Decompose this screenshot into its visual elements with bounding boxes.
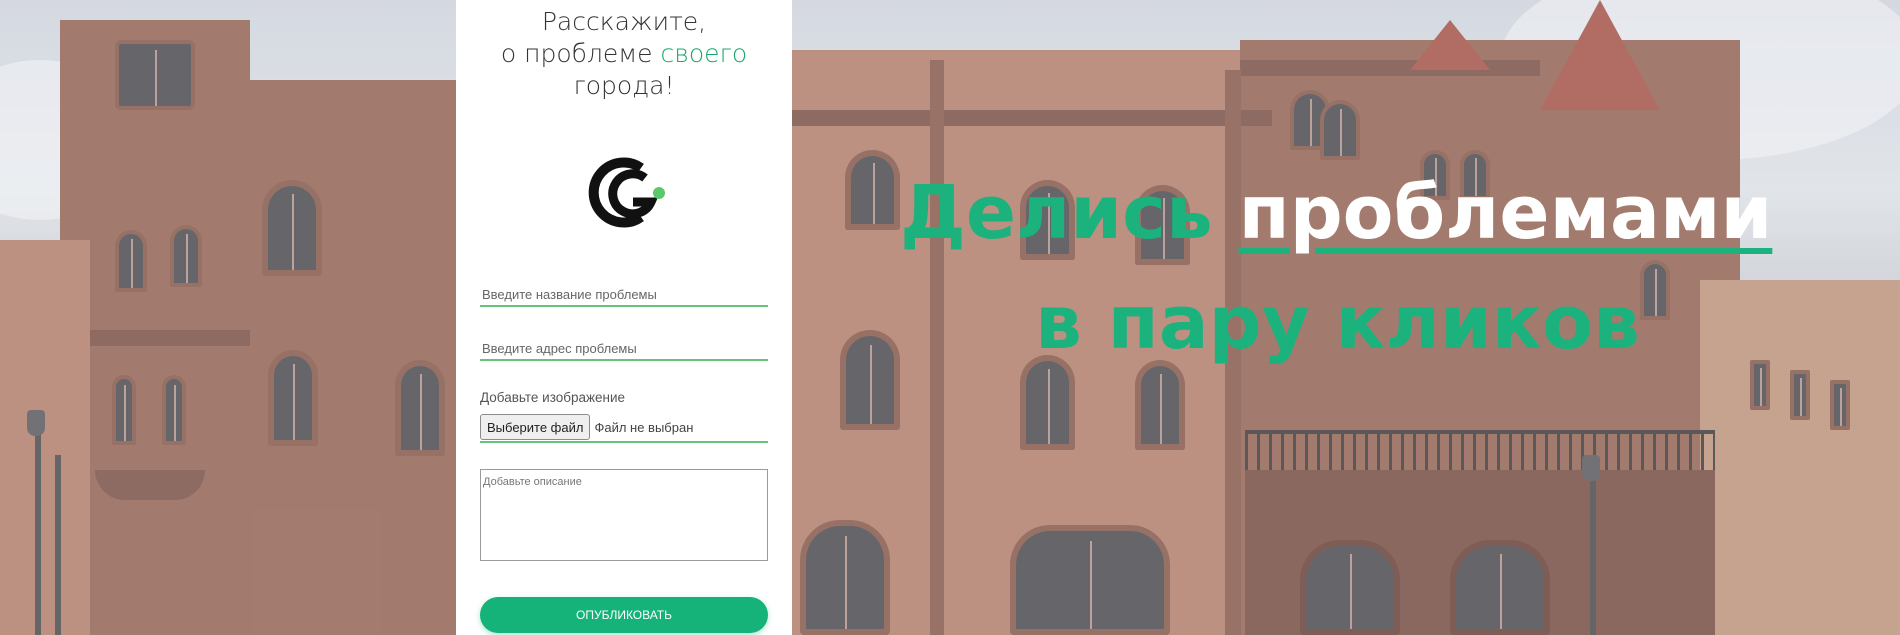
form-title-line3: города! <box>573 71 675 100</box>
publish-button[interactable]: ОПУБЛИКОВАТЬ <box>480 597 768 633</box>
problem-address-input[interactable] <box>480 337 768 361</box>
form-title-accent-word: своего <box>660 39 748 68</box>
report-problem-form: Расскажите, о проблеме своего города! До… <box>456 0 792 635</box>
image-file-picker: Выберите файл Файл не выбран <box>480 413 768 443</box>
form-title: Расскажите, о проблеме своего города! <box>456 6 792 102</box>
cg-logo-icon <box>588 157 665 228</box>
form-title-line2-text: о проблеме <box>500 39 661 68</box>
hero-line2: в пару кликов <box>1035 280 1640 366</box>
form-title-line2: о проблеме своего <box>456 38 792 70</box>
hero-word-share: Делись <box>900 170 1213 256</box>
problem-name-input[interactable] <box>480 283 768 307</box>
choose-file-button[interactable]: Выберите файл <box>480 414 591 440</box>
hero-line1: Делись проблемами <box>900 158 1772 268</box>
description-textarea[interactable] <box>480 469 768 561</box>
form-title-line1: Расскажите, <box>541 7 707 36</box>
image-label: Добавьте изображение <box>480 390 626 405</box>
file-status-text: Файл не выбран <box>594 419 694 435</box>
hero-word-problems: проблемами <box>1238 170 1773 256</box>
hero-headline: Делись проблемами в пару кликов <box>900 158 1772 378</box>
